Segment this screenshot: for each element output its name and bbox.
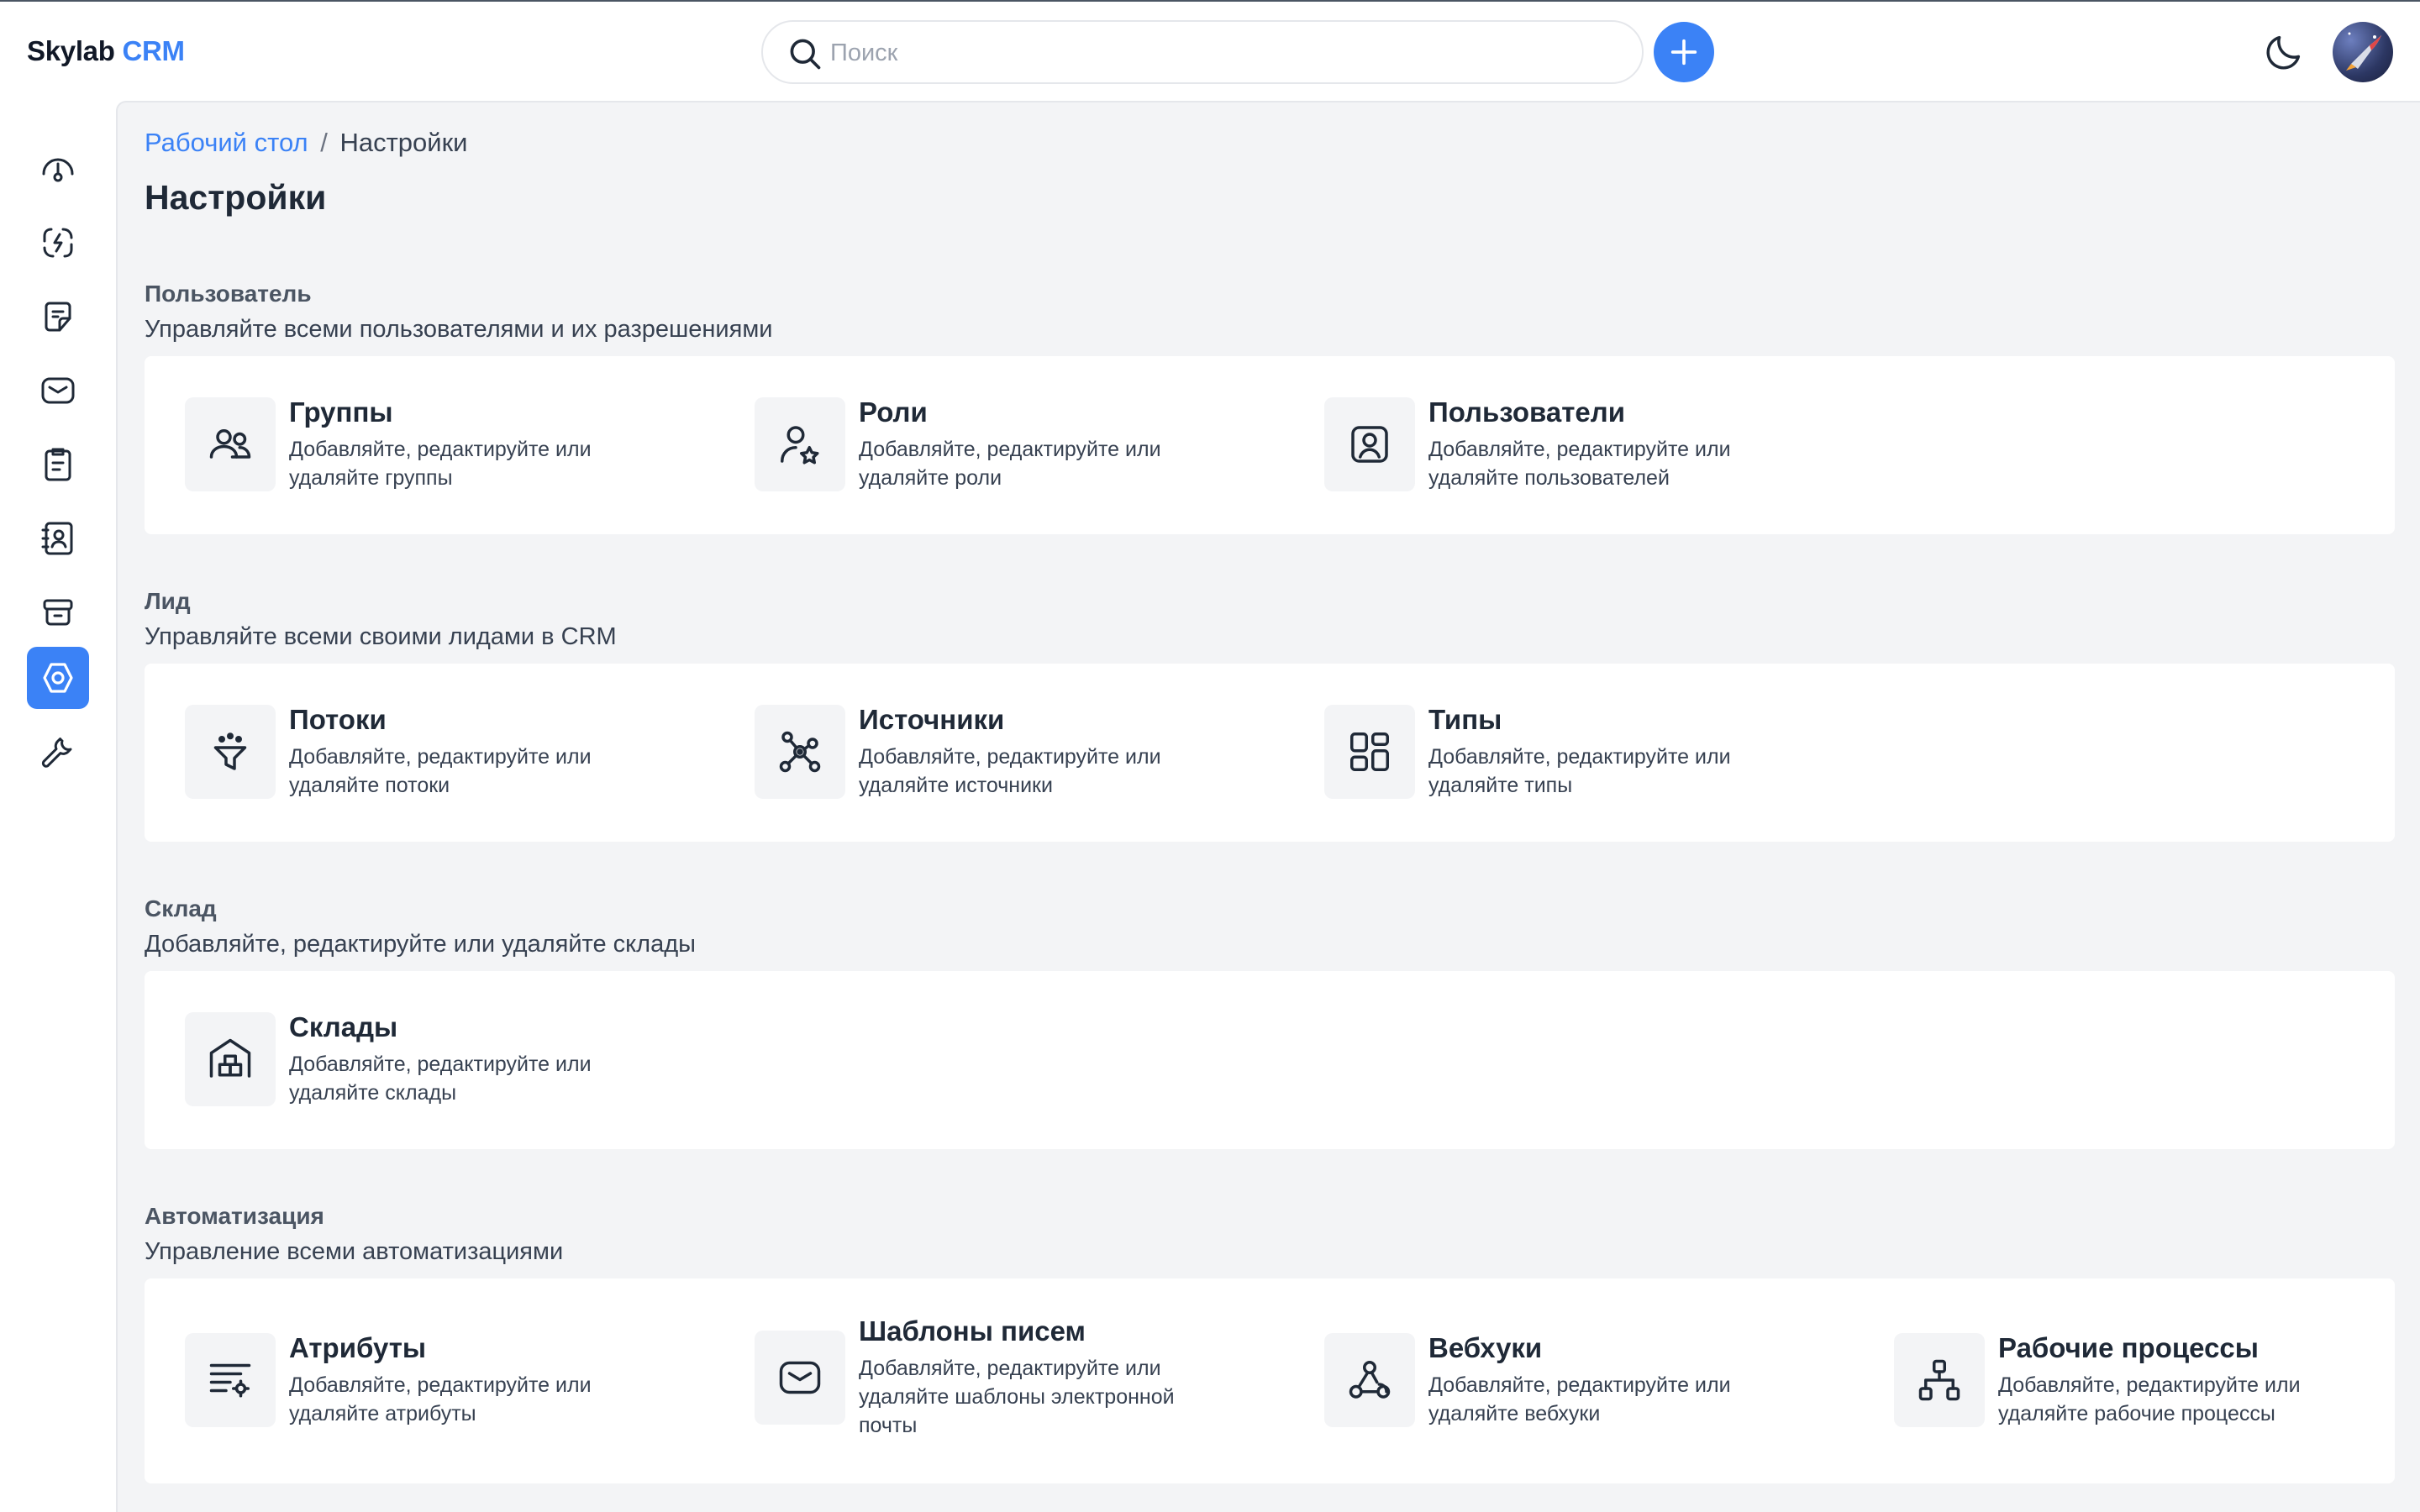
email-template-icon [779, 1361, 821, 1394]
section-title-lead: Лид [145, 588, 191, 614]
dashboard-gauge-icon [42, 158, 74, 182]
workflows-icon [1918, 1359, 1960, 1401]
tools-wrench-icon [41, 738, 72, 768]
page-title: Настройки [145, 178, 327, 217]
section-subtitle-automation: Управление всеми автоматизациями [145, 1238, 564, 1265]
search-input[interactable] [830, 32, 1620, 74]
webhooks-icon [1349, 1361, 1391, 1399]
settings-gear-icon [43, 663, 73, 693]
users-icon [1351, 426, 1388, 463]
tile-description: Добавляйте, редактируйте или удаляйте ист… [859, 745, 1161, 797]
tile-description: Добавляйте, редактируйте или удаляйте атр… [289, 1373, 592, 1425]
tile-title: Типы [1428, 704, 1502, 735]
tile-description: Добавляйте, редактируйте или удаляйте пол… [1428, 438, 1731, 490]
avatar-rocket-icon [2346, 32, 2381, 71]
tile-description: Добавляйте, редактируйте или удаляйте тип… [1428, 745, 1731, 797]
sidebar-item-leads[interactable] [27, 212, 89, 274]
quotes-note-icon [45, 302, 71, 332]
warehouse-icon [209, 1038, 251, 1078]
settings-tile-roles[interactable]: Роли Добавляйте, редактируйте или удаляйт… [755, 396, 1178, 492]
tile-description: Добавляйте, редактируйте или удаляйте рол… [859, 438, 1161, 490]
sidebar-nav [0, 101, 116, 1512]
tile-title: Роли [859, 396, 928, 428]
activities-clipboard-icon [45, 448, 71, 481]
sidebar-item-quotes[interactable] [27, 286, 89, 348]
search-icon [790, 39, 821, 70]
settings-tile-email-templates[interactable]: Шаблоны писем Добавляйте, редактируйте и… [755, 1315, 1178, 1440]
pipelines-funnel-icon [213, 732, 247, 770]
breadcrumb-current: Настройки [339, 128, 468, 157]
types-grid-icon [1350, 732, 1389, 771]
groups-icon [209, 429, 251, 459]
app-logo[interactable]: Skylab CRM [27, 35, 185, 67]
tile-description: Добавляйте, редактируйте или удаляйте раб… [1998, 1373, 2301, 1425]
section-title-automation: Автоматизация [145, 1203, 324, 1229]
tile-description: Добавляйте, редактируйте или удаляйте веб… [1428, 1373, 1731, 1425]
sidebar-item-mail[interactable] [27, 360, 89, 422]
breadcrumb-separator: / [320, 128, 328, 157]
breadcrumb: Рабочий стол / Настройки [145, 128, 468, 158]
mail-icon [41, 377, 75, 404]
tile-description: Добавляйте, редактируйте или удаляйте шаб… [859, 1357, 1175, 1437]
sidebar-item-products[interactable] [27, 581, 89, 643]
tile-description: Добавляйте, редактируйте или удаляйте скл… [289, 1053, 592, 1105]
tile-title: Атрибуты [289, 1332, 427, 1363]
dark-mode-moon-icon[interactable] [2262, 30, 2306, 74]
user-avatar[interactable] [2333, 22, 2393, 82]
top-bar: Skylab CRM [0, 0, 2420, 101]
settings-tile-types[interactable]: Типы Добавляйте, редактируйте или удаляйт… [1324, 704, 1748, 800]
settings-card-lead: Потоки Добавляйте, редактируйте или удаля… [145, 664, 2395, 842]
tile-description: Добавляйте, редактируйте или удаляйте гру… [289, 438, 592, 490]
tile-title: Пользователи [1428, 396, 1626, 428]
settings-tile-webhooks[interactable]: Вебхуки Добавляйте, редактируйте или удал… [1324, 1332, 1748, 1428]
roles-icon [781, 426, 819, 465]
attributes-icon [209, 1363, 251, 1398]
plus-icon [1670, 39, 1697, 66]
sidebar-item-activities[interactable] [27, 433, 89, 496]
section-title-warehouse: Склад [145, 895, 217, 921]
settings-tile-users[interactable]: Пользователи Добавляйте, редактируйте ил… [1324, 396, 1748, 492]
tile-title: Шаблоны писем [859, 1315, 1086, 1347]
main-content: Рабочий стол / Настройки Настройки Польз… [116, 101, 2420, 1512]
section-subtitle-user: Управляйте всеми пользователями и их раз… [145, 316, 773, 343]
settings-tile-warehouses[interactable]: Склады Добавляйте, редактируйте или удаля… [185, 1011, 608, 1107]
tile-title: Потоки [289, 704, 387, 735]
quick-create-button[interactable] [1654, 22, 1714, 82]
settings-tile-pipelines[interactable]: Потоки Добавляйте, редактируйте или удаля… [185, 704, 608, 800]
tile-title: Источники [859, 704, 1005, 735]
sidebar-item-settings[interactable] [27, 647, 89, 709]
contacts-book-icon [41, 522, 73, 555]
settings-tile-sources[interactable]: Источники Добавляйте, редактируйте или уд… [755, 704, 1178, 800]
settings-card-automation: Атрибуты Добавляйте, редактируйте или уда… [145, 1278, 2395, 1483]
settings-tile-attributes[interactable]: Атрибуты Добавляйте, редактируйте или уда… [185, 1332, 608, 1428]
sidebar-item-dashboard[interactable] [27, 138, 89, 200]
settings-tile-groups[interactable]: Группы Добавляйте, редактируйте или удаля… [185, 396, 608, 492]
sidebar-item-contacts[interactable] [27, 507, 89, 570]
leads-exchange-icon [43, 228, 73, 258]
search-bar[interactable] [761, 20, 1644, 84]
tile-title: Вебхуки [1428, 1332, 1543, 1363]
tile-title: Рабочие процессы [1998, 1332, 2259, 1363]
settings-card-user: Группы Добавляйте, редактируйте или удаля… [145, 356, 2395, 534]
section-title-user: Пользователь [145, 281, 312, 307]
breadcrumb-home-link[interactable]: Рабочий стол [145, 128, 308, 157]
tile-description: Добавляйте, редактируйте или удаляйте пот… [289, 745, 592, 797]
section-subtitle-warehouse: Добавляйте, редактируйте или удаляйте ск… [145, 931, 696, 958]
sidebar-item-tools[interactable] [27, 719, 89, 781]
tile-title: Группы [289, 396, 393, 428]
logo-brand: Skylab [27, 35, 115, 66]
tile-title: Склады [289, 1011, 398, 1042]
settings-card-warehouse: Склады Добавляйте, редактируйте или удаля… [145, 971, 2395, 1149]
section-subtitle-lead: Управляйте всеми своими лидами в CRM [145, 623, 617, 650]
sources-icon [779, 731, 821, 773]
products-box-icon [43, 599, 73, 626]
logo-accent: CRM [122, 35, 185, 66]
settings-tile-workflows[interactable]: Рабочие процессы Добавляйте, редактируйт… [1894, 1332, 2317, 1428]
